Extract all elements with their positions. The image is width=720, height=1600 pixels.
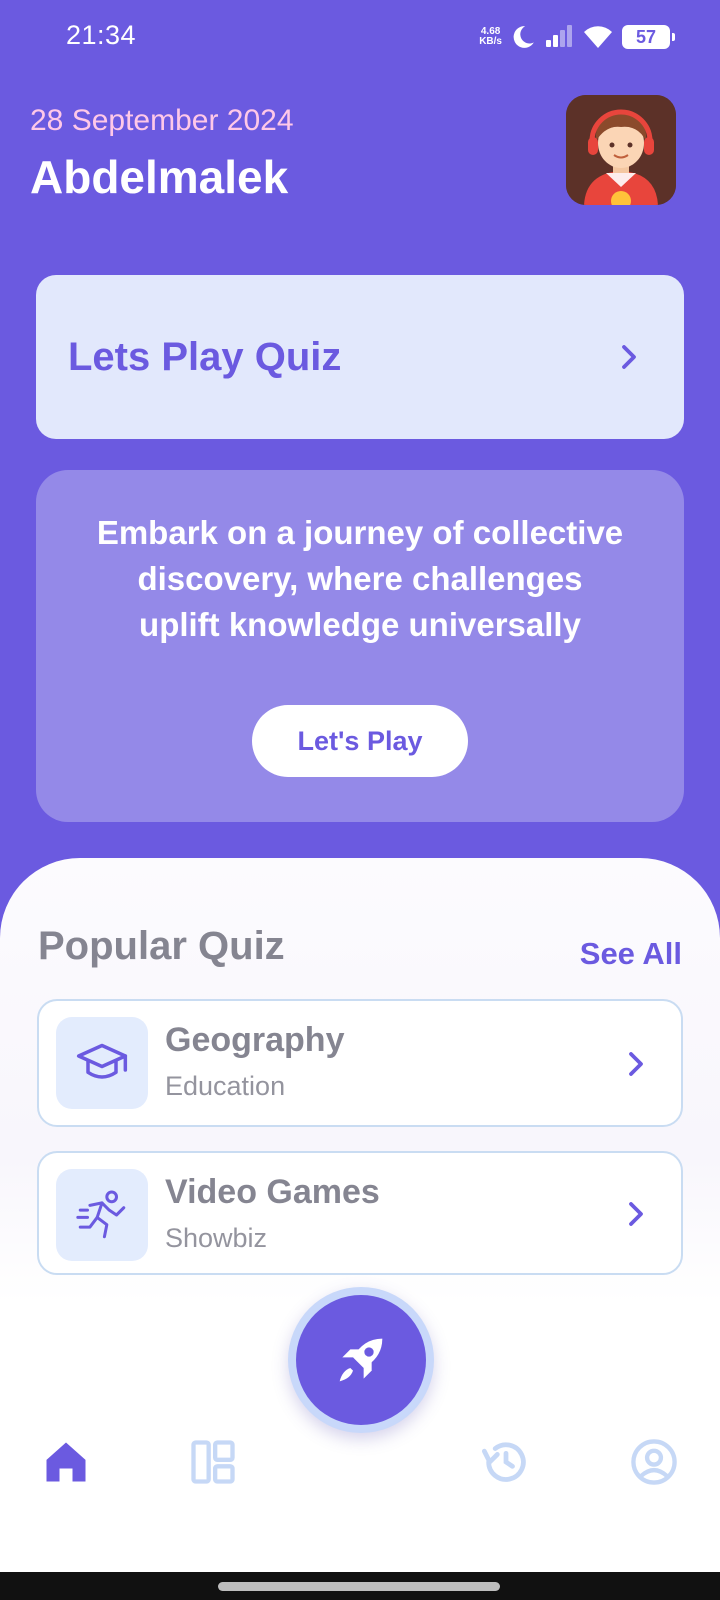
avatar-image — [566, 95, 676, 205]
see-all-link[interactable]: See All — [580, 936, 682, 972]
chevron-right-icon — [629, 1052, 643, 1076]
header-date: 28 September 2024 — [30, 104, 294, 137]
dashboard-icon[interactable] — [187, 1436, 239, 1488]
network-speed-unit: KB/s — [479, 36, 502, 47]
history-icon[interactable] — [480, 1436, 532, 1488]
chevron-right-icon — [629, 1202, 643, 1226]
promo-text: Embark on a journey of collective discov… — [96, 514, 624, 643]
running-person-icon — [76, 1190, 126, 1239]
lets-play-quiz-card[interactable]: Lets Play Quiz — [36, 275, 684, 439]
quiz-category: Showbiz — [165, 1223, 268, 1253]
lets-play-quiz-title: Lets Play Quiz — [68, 334, 342, 379]
wifi-icon — [584, 26, 612, 48]
quiz-icon-box — [56, 1169, 148, 1261]
quiz-item-video-games[interactable]: Video Games Showbiz — [37, 1151, 683, 1275]
home-gesture-handle[interactable] — [218, 1582, 500, 1591]
battery-level: 57 — [635, 26, 657, 47]
lets-play-button[interactable]: Let's Play — [252, 705, 468, 777]
graduation-cap-icon — [76, 1043, 128, 1079]
quiz-title: Video Games — [165, 1173, 380, 1211]
status-icons: 4.68 KB/s 57 — [479, 22, 675, 52]
gesture-bar — [0, 1572, 720, 1600]
quiz-category: Education — [165, 1071, 286, 1101]
moon-icon — [513, 26, 534, 48]
network-speed: 4.68 KB/s — [479, 27, 502, 47]
quiz-icon-box — [56, 1017, 148, 1109]
user-name: Abdelmalek — [30, 151, 289, 203]
promo-card: Embark on a journey of collective discov… — [36, 470, 684, 822]
popular-quiz-title: Popular Quiz — [38, 924, 285, 968]
avatar[interactable] — [566, 95, 676, 205]
status-time: 21:34 — [66, 20, 137, 50]
profile-icon[interactable] — [628, 1436, 680, 1488]
quiz-title: Geography — [165, 1021, 345, 1059]
battery-indicator: 57 — [622, 25, 675, 49]
quiz-item-geography[interactable]: Geography Education — [37, 999, 683, 1127]
rocket-icon — [339, 1338, 383, 1382]
chevron-right-icon — [622, 345, 636, 369]
signal-icon — [546, 25, 572, 47]
status-bar: 21:34 4.68 KB/s 57 — [0, 0, 720, 74]
home-icon[interactable] — [40, 1436, 92, 1488]
rocket-button[interactable] — [296, 1295, 426, 1425]
